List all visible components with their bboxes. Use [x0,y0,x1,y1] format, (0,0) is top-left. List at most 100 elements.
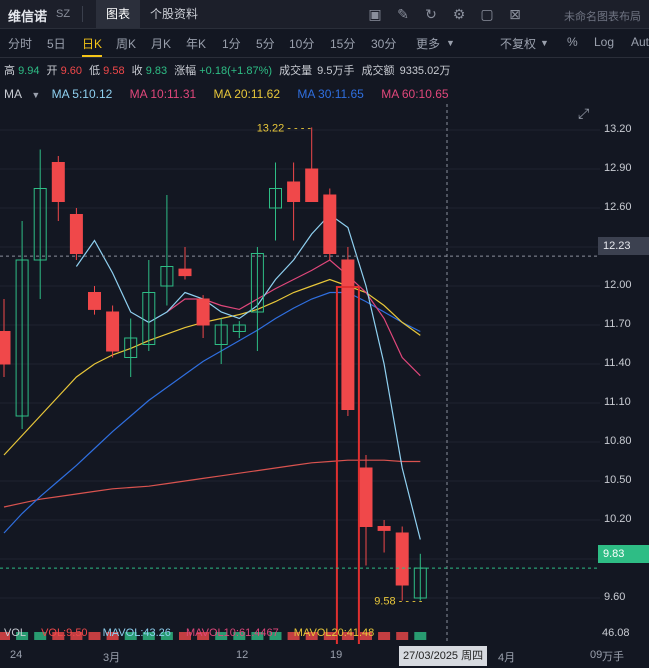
price-tick: 11.10 [604,396,631,408]
ma20-label: MA 20:11.62 [213,87,281,101]
adjust-select[interactable]: 不复权 [500,35,536,52]
period-5min[interactable]: 5分 [256,35,275,52]
period-daily[interactable]: 日K [82,35,103,57]
amount-value: 9335.02万 [399,65,451,77]
price-tick: 10.80 [604,435,632,447]
close-label: 收 [131,65,143,77]
high-value: 9.94 [18,65,40,77]
date-tick: 24 [10,649,23,661]
date-axis: 24 3月 12 19 4月 09 [0,646,603,668]
low-label: 低 [89,65,101,77]
date-tick: 12 [236,649,249,661]
last-price-tag: 9.83 [598,545,649,563]
price-tick: 12.60 [604,201,632,213]
ma10-label: MA 10:11.31 [129,87,197,101]
close-value: 9.83 [145,65,168,77]
price-tick: 11.70 [604,318,631,330]
volume-bar [414,632,427,640]
candle-body [395,532,409,586]
mavol20-value: MAVOL20:41.48 [293,627,375,639]
period-bar: 分时 5日 日K 周K 月K 年K 1分 5分 10分 15分 30分 更多 ▼… [0,29,649,58]
amount-label: 成交额 [361,65,395,77]
divider [82,6,83,22]
ma-legend: MA ▼ MA 5:10.12 MA 10:11.31 MA 20:11.62 … [0,84,463,104]
price-tick: 11.40 [604,357,631,369]
period-monthly[interactable]: 月K [151,35,171,52]
ma30-line [3,291,421,534]
volume-legend: VOL VOL:9.50 MAVOL:43.26 MAVOL10:61.4467… [4,627,386,639]
crosshair-date-tip: 27/03/2025 周四 [399,646,488,666]
mavol-value: MAVOL:43.26 [102,627,171,639]
candlestick-chart[interactable]: 13.22 - - - - 9.58 - - - - ⤢ [0,104,600,644]
chevron-down-icon[interactable]: ▼ [31,90,40,100]
quote-info: 高 9.94 开 9.60 低 9.58 收 9.83 涨幅 +0.18(+1.… [0,60,450,82]
date-tick: 4月 [498,652,516,664]
period-more[interactable]: 更多 [416,35,440,52]
image-icon[interactable]: ▣ [366,5,384,23]
ma-title[interactable]: MA [4,87,22,101]
crosshair-price-tag: 12.23 [598,237,649,255]
ma30-label: MA 30:11.65 [297,87,364,101]
close-icon[interactable]: ⊠ [506,5,524,23]
stock-name: 维信诺 [8,9,48,24]
window-icon[interactable]: ▢ [478,5,496,23]
tab-profile[interactable]: 个股资料 [140,0,208,28]
period-30min[interactable]: 30分 [371,35,396,52]
price-tick: 9.60 [604,591,626,603]
candle-body [305,168,319,202]
low-marker: 9.58 - - - - [374,596,423,608]
ma60-line [3,459,421,508]
toolbar-icons: ▣ ✎ ↻ ⚙ ▢ ⊠ [366,5,524,23]
pen-icon[interactable]: ✎ [394,5,412,23]
period-intraday[interactable]: 分时 [8,35,32,52]
vol-value: VOL:9.50 [41,627,88,639]
percent-toggle[interactable]: % [567,35,578,49]
period-5day[interactable]: 5日 [47,35,66,52]
ma5-label: MA 5:10.12 [51,87,113,101]
layout-name[interactable]: 未命名图表布局 [564,8,641,24]
mavol10-value: MAVOL10:61.4467 [185,627,279,639]
volume-label: 成交量 [279,65,313,77]
candle-body [323,194,337,254]
period-yearly[interactable]: 年K [186,35,206,52]
price-tick: 10.20 [604,513,632,525]
open-label: 开 [46,65,58,77]
chevron-down-icon[interactable]: ▼ [446,38,455,48]
date-tick: 19 [330,649,343,661]
tab-chart[interactable]: 图表 [96,0,141,28]
high-label: 高 [4,65,15,77]
period-15min[interactable]: 15分 [330,35,355,52]
price-tick: 12.00 [604,279,632,291]
log-toggle[interactable]: Log [594,35,614,49]
volume-axis-label: 46.08 [602,627,630,639]
refresh-icon[interactable]: ↻ [422,5,440,23]
candle-body [341,259,355,410]
period-1min[interactable]: 1分 [222,35,241,52]
expand-icon[interactable]: ⤢ [578,105,589,121]
candle-body [69,214,83,254]
period-10min[interactable]: 10分 [289,35,314,52]
date-tick: 09 [590,649,603,661]
candle-body [178,268,192,277]
volume-bar [396,632,409,640]
change-label: 涨幅 [174,65,197,77]
settings-icon[interactable]: ⚙ [450,5,468,23]
auto-toggle[interactable]: Auto [631,35,649,49]
price-tick: 10.50 [604,474,632,486]
price-tick: 13.20 [604,123,632,135]
period-weekly[interactable]: 周K [116,35,136,52]
ma60-label: MA 60:10.65 [381,87,449,101]
top-bar: 维信诺 SZ 图表 个股资料 ▣ ✎ ↻ ⚙ ▢ ⊠ 未命名图表布局 [0,0,649,29]
high-marker: 13.22 - - - - [257,122,312,134]
exchange-badge: SZ [56,8,71,20]
volume-unit: 万手 [602,651,624,663]
low-value: 9.58 [103,65,125,77]
volume-value: 9.5万手 [317,65,355,77]
candle-body [88,292,101,310]
candle-body [0,331,11,365]
date-tick: 3月 [103,652,121,664]
candle-body [51,162,65,202]
vol-title: VOL [4,627,27,639]
chevron-down-icon[interactable]: ▼ [540,38,549,48]
open-value: 9.60 [60,65,83,77]
